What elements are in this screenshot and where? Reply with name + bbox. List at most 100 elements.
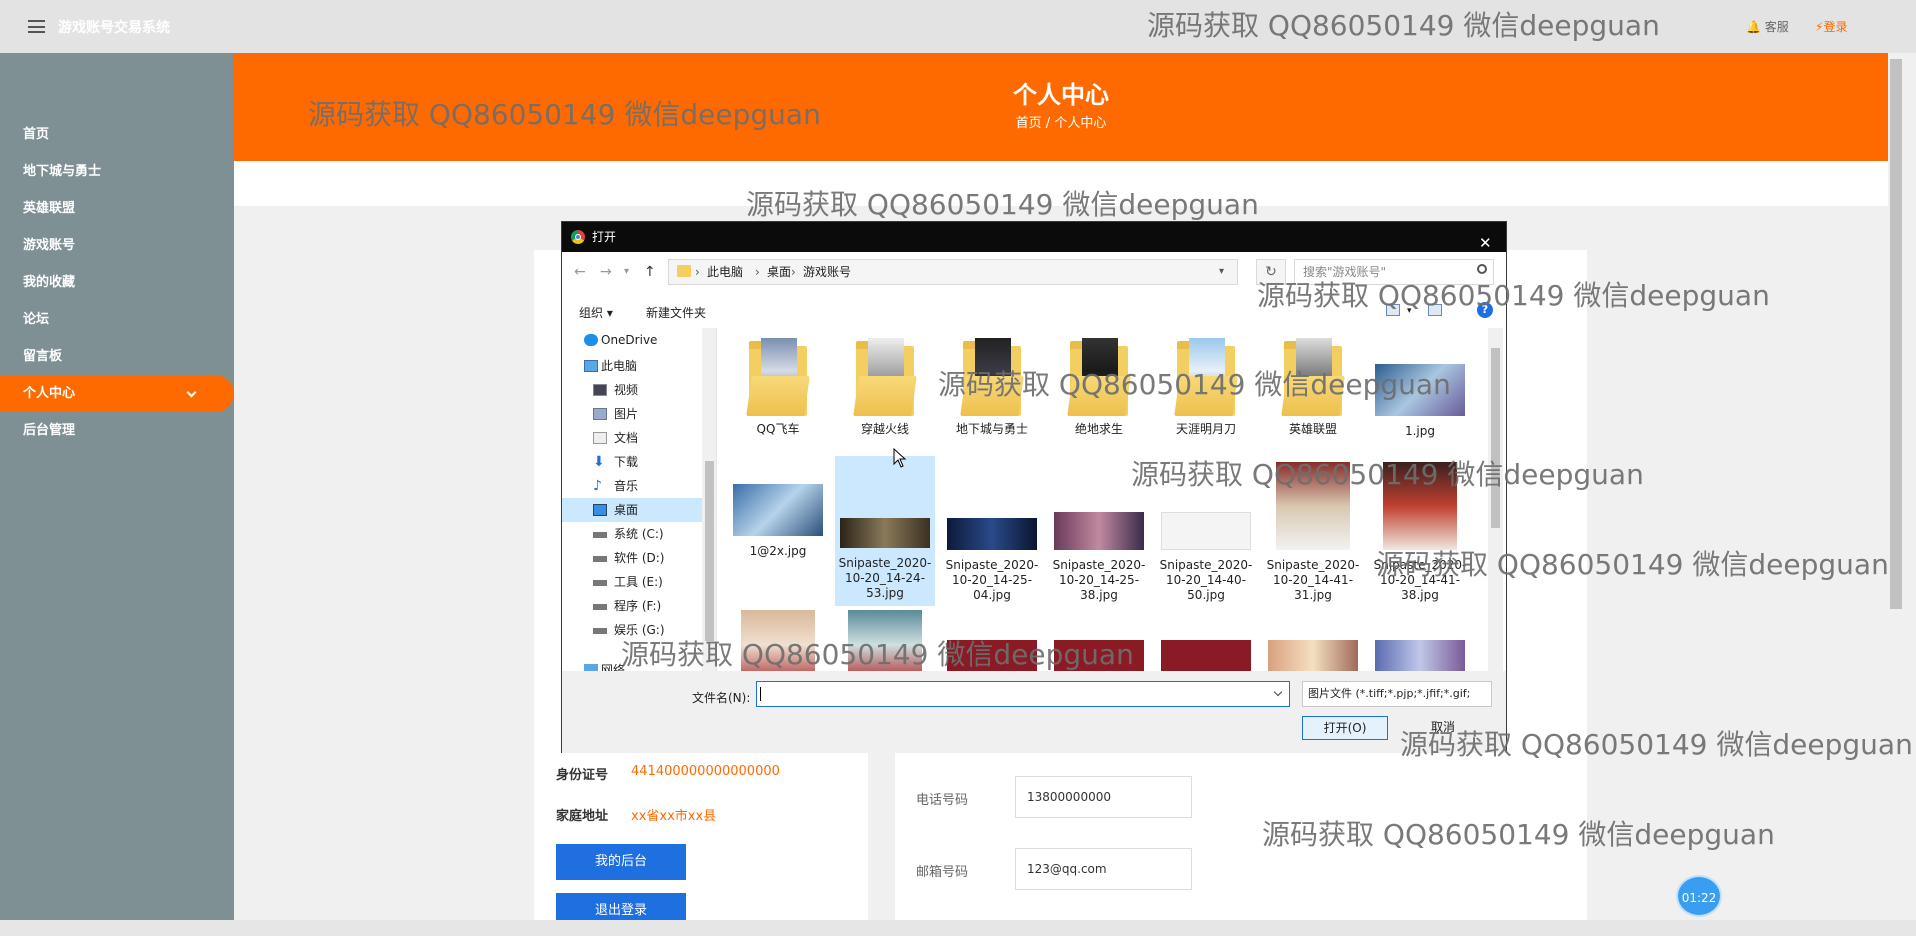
nav-drive-d[interactable]: 软件 (D:) [562, 546, 702, 570]
email-label: 邮箱号码 [916, 865, 969, 880]
filename-label: 文件名(N): [692, 691, 751, 705]
image-item[interactable] [1263, 610, 1363, 671]
crumb-desktop[interactable]: 桌面 [767, 260, 791, 284]
nav-label: 桌面 [614, 503, 639, 517]
file-name: 英雄联盟 [1288, 422, 1337, 436]
image-item-selected[interactable]: Snipaste_2020-10-20_14-24-53.jpg [835, 456, 935, 606]
watermark-text: 源码获取 QQ86050149 微信deepguan [938, 368, 1451, 401]
new-folder-button[interactable]: 新建文件夹 [646, 304, 706, 321]
phone-label: 电话号码 [916, 793, 969, 808]
scrollbar-thumb[interactable] [1491, 348, 1500, 528]
scrollbar-thumb[interactable] [705, 461, 714, 641]
chevron-down-icon[interactable]: ▾ [1219, 260, 1224, 284]
watermark-text: 源码获取 QQ86050149 微信deepguan [308, 98, 821, 131]
crumb-sep: › [791, 265, 796, 279]
forward-arrow-icon[interactable]: → [600, 264, 612, 280]
tencent-games-thumbnail [1161, 512, 1251, 550]
nav-label: 系统 (C:) [614, 527, 664, 541]
filetype-value: 图片文件 (*.tiff;*.pjp;*.jfif;*.gif; [1308, 687, 1471, 700]
sidebar-item-favorites[interactable]: 我的收藏 [0, 264, 234, 301]
drive-icon [593, 604, 607, 610]
nav-drive-e[interactable]: 工具 (E:) [562, 570, 702, 594]
my-backend-button[interactable]: 我的后台 [556, 844, 686, 880]
nav-documents[interactable]: 文档 [562, 426, 702, 450]
image-thumbnail [1161, 640, 1251, 671]
drive-icon [593, 628, 607, 634]
login-link[interactable]: ⚡登录 [1815, 18, 1847, 35]
watermark-text: 源码获取 QQ86050149 微信deepguan [746, 188, 1259, 221]
sidebar-item-game-accounts[interactable]: 游戏账号 [0, 227, 234, 264]
mouse-cursor-icon [893, 448, 907, 468]
sidebar-item-personal-center[interactable]: 个人中心 [0, 375, 234, 412]
sidebar-item-lol[interactable]: 英雄联盟 [0, 190, 234, 227]
filename-input[interactable] [756, 681, 1290, 707]
nav-label: 工具 (E:) [614, 575, 663, 589]
file-name: 1@2x.jpg [749, 544, 807, 558]
email-input[interactable]: 123@qq.com [1015, 848, 1192, 890]
sidebar-item-message-board[interactable]: 留言板 [0, 338, 234, 375]
nav-onedrive[interactable]: OneDrive [562, 328, 702, 352]
file-name: Snipaste_2020-10-20_14-40-50.jpg [1159, 558, 1253, 602]
crumb-sep: › [695, 265, 700, 279]
folder-icon [677, 265, 691, 277]
image-item[interactable] [1156, 610, 1256, 671]
nav-pictures[interactable]: 图片 [562, 402, 702, 426]
computer-icon [584, 360, 598, 372]
timer-badge: 01:22 [1676, 875, 1722, 917]
download-icon: ⬇ [593, 454, 605, 470]
id-number-label: 身份证号 [556, 768, 609, 783]
dialog-footer: 文件名(N): 图片文件 (*.tiff;*.pjp;*.jfif;*.gif;… [562, 671, 1506, 753]
sidebar-item-forum[interactable]: 论坛 [0, 301, 234, 338]
scrollbar-thumb[interactable] [1890, 59, 1902, 609]
sidebar: 首页 地下城与勇士 英雄联盟 游戏账号 我的收藏 论坛 留言板 个人中心 后台管… [0, 53, 234, 920]
folder-item[interactable]: QQ飞车 [728, 338, 828, 437]
nav-drive-c[interactable]: 系统 (C:) [562, 522, 702, 546]
nav-pane-scrollbar[interactable] [702, 328, 716, 671]
image-item[interactable] [1370, 610, 1470, 671]
crumb-game-accounts[interactable]: 游戏账号 [803, 260, 851, 284]
chevron-down-icon[interactable] [1273, 687, 1283, 697]
folder-item[interactable]: 穿越火线 [835, 338, 935, 437]
nav-music[interactable]: ♪ 音乐 [562, 474, 702, 498]
phone-input[interactable]: 13800000000 [1015, 776, 1192, 818]
nav-videos[interactable]: 视频 [562, 378, 702, 402]
dialog-title: 打开 [592, 230, 617, 244]
file-name: QQ飞车 [756, 422, 800, 436]
nav-downloads[interactable]: ⬇ 下载 [562, 450, 702, 474]
file-name: 1.jpg [1404, 424, 1436, 438]
file-name: 天涯明月刀 [1175, 422, 1236, 436]
image-item[interactable]: 1@2x.jpg [728, 460, 828, 559]
nav-drive-f[interactable]: 程序 (F:) [562, 594, 702, 618]
sidebar-item-dnf[interactable]: 地下城与勇士 [0, 153, 234, 190]
id-number-value: 441400000000000000 [631, 764, 780, 779]
file-pane-scrollbar[interactable] [1488, 328, 1503, 671]
login-label: 登录 [1823, 20, 1848, 34]
sidebar-item-admin[interactable]: 后台管理 [0, 412, 234, 449]
hamburger-menu-icon[interactable] [28, 20, 45, 33]
home-address-label: 家庭地址 [556, 809, 609, 824]
filetype-select[interactable]: 图片文件 (*.tiff;*.pjp;*.jfif;*.gif; [1302, 681, 1492, 707]
address-bar[interactable]: › 此电脑 › 桌面 › 游戏账号 ▾ [668, 259, 1238, 285]
nav-label: 程序 (F:) [614, 599, 662, 613]
up-arrow-icon[interactable]: ↑ [644, 264, 656, 280]
sidebar-item-home[interactable]: 首页 [0, 116, 234, 153]
recent-dropdown-icon[interactable]: ▾ [624, 266, 629, 277]
file-name: Snipaste_2020-10-20_14-24-53.jpg [838, 556, 932, 600]
image-thumbnail [1375, 640, 1465, 671]
image-thumbnail [947, 518, 1037, 550]
nav-label: 文档 [614, 431, 639, 445]
folder-icon [746, 338, 810, 416]
watermark-text: 源码获取 QQ86050149 微信deepguan [1262, 818, 1775, 851]
organize-button[interactable]: 组织 ▾ [579, 304, 613, 321]
nav-desktop[interactable]: 桌面 [562, 498, 702, 522]
customer-service-link[interactable]: 🔔 客服 [1746, 18, 1789, 35]
open-button[interactable]: 打开(O) [1302, 716, 1388, 740]
page-scrollbar[interactable] [1888, 53, 1916, 920]
image-item[interactable]: Snipaste_2020-10-20_14-25-04.jpg [942, 460, 1042, 603]
nav-label: 软件 (D:) [614, 551, 665, 565]
nav-this-pc[interactable]: 此电脑 [562, 354, 702, 378]
image-thumbnail [1054, 512, 1144, 550]
crumb-this-pc[interactable]: 此电脑 [707, 260, 743, 284]
document-icon [593, 432, 607, 444]
back-arrow-icon[interactable]: ← [574, 264, 586, 280]
